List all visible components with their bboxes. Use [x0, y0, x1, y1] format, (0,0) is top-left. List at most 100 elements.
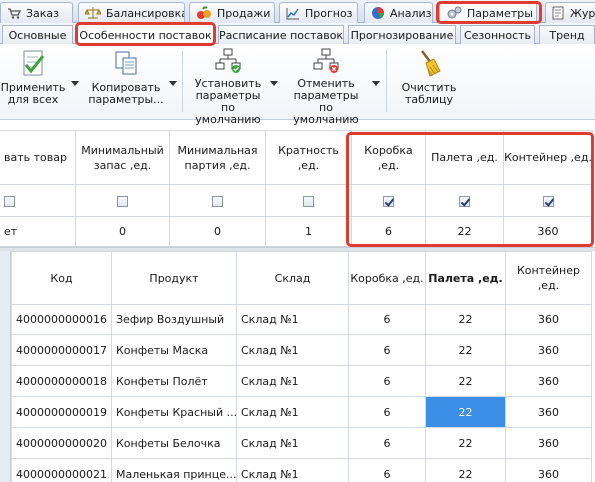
- tab-balancing[interactable]: Балансировка: [78, 2, 185, 23]
- params-checkbox-cell[interactable]: [265, 184, 352, 217]
- cell-product[interactable]: Зефир Воздушный: [111, 304, 237, 335]
- checkbox[interactable]: [303, 195, 314, 207]
- cell-container[interactable]: 360: [505, 365, 592, 397]
- params-header-cell[interactable]: Контейнер ,ед.: [503, 130, 593, 185]
- cell-box[interactable]: 6: [348, 427, 426, 459]
- checkbox-checked[interactable]: [459, 195, 470, 207]
- set-defaults-button[interactable]: Установить параметры по умолчанию: [190, 48, 266, 126]
- cell-product[interactable]: Конфеты Красный ...: [111, 396, 237, 428]
- table-row[interactable]: 4000000000020 Конфеты Белочка Склад №1 6…: [11, 427, 592, 459]
- cell-box[interactable]: 6: [348, 396, 426, 428]
- row-selector-column[interactable]: [0, 251, 11, 482]
- cell-pallet[interactable]: 22: [425, 304, 506, 335]
- params-checkbox-cell[interactable]: [503, 184, 593, 217]
- column-header-container[interactable]: Контейнер ,ед.: [505, 251, 592, 305]
- checkbox[interactable]: [212, 195, 223, 207]
- cell-store[interactable]: Склад №1: [236, 458, 349, 482]
- cell-pallet[interactable]: 22: [425, 458, 506, 482]
- params-checkbox-cell[interactable]: [75, 184, 170, 217]
- params-header-cell[interactable]: Минимальная партия ,ед.: [169, 130, 266, 185]
- column-header-code[interactable]: Код: [11, 251, 112, 305]
- params-value-cell[interactable]: 1: [265, 216, 352, 247]
- column-header-pallet[interactable]: Палета ,ед.: [425, 251, 506, 305]
- cell-container[interactable]: 360: [505, 427, 592, 459]
- params-value-cell[interactable]: 6: [351, 216, 426, 247]
- tab-analysis[interactable]: Анализ: [364, 2, 433, 23]
- tab-forecast-label: Прогноз: [305, 6, 353, 20]
- column-header-store[interactable]: Склад: [236, 251, 349, 305]
- cell-product[interactable]: Маленькая принце...: [111, 458, 237, 482]
- params-value-cell[interactable]: 0: [169, 216, 266, 247]
- params-value-cell[interactable]: ет: [0, 216, 76, 247]
- column-header-box[interactable]: Коробка ,ед.: [348, 251, 426, 305]
- params-value-cell[interactable]: 360: [503, 216, 593, 247]
- cell-pallet-selected[interactable]: 22: [425, 396, 506, 428]
- checkbox-checked[interactable]: [383, 195, 394, 207]
- copy-params-button[interactable]: Копировать параметры...: [86, 48, 166, 116]
- cell-container[interactable]: 360: [505, 396, 592, 428]
- clear-table-button[interactable]: Очистить таблицу: [394, 48, 464, 116]
- cancel-defaults-dropdown-arrow[interactable]: [372, 81, 380, 86]
- params-header-cell[interactable]: вать товар: [0, 130, 76, 185]
- cell-pallet[interactable]: 22: [425, 365, 506, 397]
- cell-store[interactable]: Склад №1: [236, 365, 349, 397]
- params-checkbox-cell[interactable]: [0, 184, 76, 217]
- subtab-forecasting[interactable]: Прогнозирование: [348, 25, 456, 44]
- tab-forecast[interactable]: Прогноз: [279, 2, 358, 23]
- cell-code[interactable]: 4000000000020: [11, 427, 112, 459]
- cell-box[interactable]: 6: [348, 365, 426, 397]
- cell-box[interactable]: 6: [348, 334, 426, 366]
- set-defaults-dropdown-arrow[interactable]: [270, 81, 278, 86]
- cell-product[interactable]: Конфеты Белочка: [111, 427, 237, 459]
- table-row[interactable]: 4000000000021 Маленькая принце... Склад …: [11, 458, 592, 482]
- copy-params-dropdown-arrow[interactable]: [169, 81, 177, 86]
- params-header-cell[interactable]: Коробка ,ед.: [351, 130, 426, 185]
- cell-box[interactable]: 6: [348, 458, 426, 482]
- cell-pallet[interactable]: 22: [425, 334, 506, 366]
- cell-box[interactable]: 6: [348, 304, 426, 335]
- checkbox[interactable]: [117, 195, 128, 207]
- table-row[interactable]: 4000000000019 Конфеты Красный ... Склад …: [11, 396, 592, 428]
- cell-store[interactable]: Склад №1: [236, 304, 349, 335]
- subtab-seasonality[interactable]: Сезонность: [460, 25, 535, 44]
- cancel-defaults-button[interactable]: Отменить параметры по умолчанию: [286, 48, 366, 126]
- column-header-product[interactable]: Продукт: [111, 251, 237, 305]
- params-header-cell[interactable]: Палета ,ед.: [425, 130, 504, 185]
- subtab-trend[interactable]: Тренд: [539, 25, 595, 44]
- checkbox[interactable]: [4, 195, 15, 207]
- params-value-cell[interactable]: 22: [425, 216, 504, 247]
- cell-pallet[interactable]: 22: [425, 427, 506, 459]
- checkbox-checked[interactable]: [542, 195, 554, 207]
- subtab-delivery-features[interactable]: Особенности поставок: [77, 24, 214, 45]
- cell-code[interactable]: 4000000000019: [11, 396, 112, 428]
- subtab-main[interactable]: Основные: [2, 25, 73, 44]
- params-checkbox-cell[interactable]: [351, 184, 426, 217]
- params-checkbox-cell[interactable]: [425, 184, 504, 217]
- cell-store[interactable]: Склад №1: [236, 396, 349, 428]
- subtab-delivery-schedule[interactable]: Расписание поставок: [218, 25, 344, 44]
- table-row[interactable]: 4000000000016 Зефир Воздушный Склад №1 6…: [11, 304, 592, 335]
- cell-code[interactable]: 4000000000021: [11, 458, 112, 482]
- tab-parameters[interactable]: Параметры: [439, 2, 537, 23]
- cell-product[interactable]: Конфеты Полёт: [111, 365, 237, 397]
- apply-all-button[interactable]: Применить для всех: [1, 48, 65, 116]
- tab-journal[interactable]: Журн: [545, 2, 595, 23]
- cell-container[interactable]: 360: [505, 334, 592, 366]
- cell-code[interactable]: 4000000000017: [11, 334, 112, 366]
- apply-all-dropdown-arrow[interactable]: [71, 81, 79, 86]
- params-header-cell[interactable]: Кратность ,ед.: [265, 130, 352, 185]
- cell-store[interactable]: Склад №1: [236, 427, 349, 459]
- cell-container[interactable]: 360: [505, 458, 592, 482]
- table-row[interactable]: 4000000000018 Конфеты Полёт Склад №1 6 2…: [11, 365, 592, 397]
- tab-order[interactable]: Заказ: [0, 2, 73, 23]
- params-checkbox-cell[interactable]: [169, 184, 266, 217]
- cell-code[interactable]: 4000000000016: [11, 304, 112, 335]
- params-header-cell[interactable]: Минимальный запас ,ед.: [75, 130, 170, 185]
- cell-container[interactable]: 360: [505, 304, 592, 335]
- cell-code[interactable]: 4000000000018: [11, 365, 112, 397]
- tab-sales[interactable]: Продажи: [189, 2, 275, 23]
- cell-product[interactable]: Конфеты Маска: [111, 334, 237, 366]
- params-value-cell[interactable]: 0: [75, 216, 170, 247]
- cell-store[interactable]: Склад №1: [236, 334, 349, 366]
- table-row[interactable]: 4000000000017 Конфеты Маска Склад №1 6 2…: [11, 334, 592, 366]
